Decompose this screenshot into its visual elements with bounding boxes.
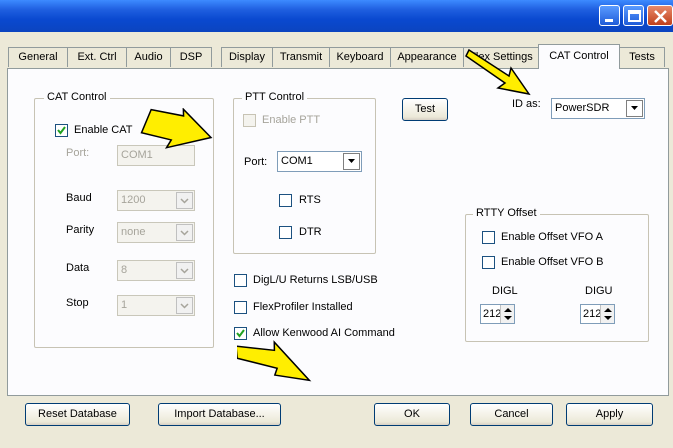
parity-select[interactable]: none — [117, 222, 195, 243]
parity-label: Parity — [66, 224, 95, 236]
chevron-down-icon — [176, 192, 193, 209]
dtr-label: DTR — [299, 226, 322, 238]
test-button[interactable]: Test — [402, 98, 448, 121]
tab-ext-ctrl[interactable]: Ext. Ctrl — [67, 47, 127, 67]
chevron-down-icon — [176, 297, 193, 314]
kenwood-ai-label: Allow Kenwood AI Command — [253, 327, 395, 339]
tab-tests[interactable]: Tests — [619, 47, 665, 67]
updown-icon[interactable] — [600, 305, 614, 323]
apply-button[interactable]: Apply — [566, 403, 653, 426]
parity-value: none — [121, 226, 146, 238]
rts-label: RTS — [299, 194, 321, 206]
reset-database-button[interactable]: Reset Database — [25, 403, 130, 426]
tab-general[interactable]: General — [8, 47, 68, 67]
close-icon — [654, 10, 667, 23]
id-as-label: ID as: — [512, 98, 541, 110]
tab-display[interactable]: Display — [221, 47, 273, 67]
flexprofiler-label: FlexProfiler Installed — [253, 301, 353, 313]
digl-spinner[interactable]: 2125 — [480, 304, 515, 324]
id-as-value: PowerSDR — [555, 102, 610, 114]
ptt-control-title: PTT Control — [242, 91, 308, 103]
chevron-down-icon — [176, 262, 193, 279]
data-label: Data — [66, 262, 90, 274]
digu-label: DIGU — [585, 285, 613, 297]
ptt-port-label: Port: — [244, 156, 268, 168]
baud-label: Baud — [66, 192, 92, 204]
close-button[interactable] — [647, 5, 673, 26]
ptt-port-value: COM1 — [281, 155, 313, 167]
check-icon — [57, 126, 66, 135]
cat-port-value: COM1 — [121, 149, 153, 161]
id-as-select[interactable]: PowerSDR — [551, 98, 645, 119]
digl-u-checkbox[interactable] — [234, 274, 247, 287]
ok-button[interactable]: OK — [374, 403, 450, 426]
stop-select[interactable]: 1 — [117, 295, 195, 316]
minimize-icon — [605, 19, 613, 22]
rts-checkbox[interactable] — [279, 194, 292, 207]
chevron-down-icon — [343, 153, 360, 170]
chevron-down-icon — [176, 224, 193, 241]
enable-cat-checkbox[interactable] — [55, 124, 68, 137]
offset-vfo-a-checkbox[interactable] — [482, 231, 495, 244]
digl-u-label: DigL/U Returns LSB/USB — [253, 274, 378, 286]
ptt-port-select[interactable]: COM1 — [277, 151, 362, 172]
stop-label: Stop — [66, 297, 89, 309]
cancel-button[interactable]: Cancel — [470, 403, 553, 426]
dtr-checkbox[interactable] — [279, 226, 292, 239]
tab-appearance[interactable]: Appearance — [390, 47, 464, 67]
maximize-icon — [628, 10, 641, 22]
maximize-button[interactable] — [623, 5, 644, 26]
flexprofiler-checkbox[interactable] — [234, 301, 247, 314]
chevron-down-icon — [626, 100, 643, 117]
import-database-button[interactable]: Import Database... — [158, 403, 281, 426]
enable-ptt-checkbox[interactable] — [243, 114, 256, 127]
port-label: Port: — [66, 147, 90, 159]
stop-value: 1 — [121, 299, 128, 311]
enable-ptt-label: Enable PTT — [262, 114, 321, 126]
minimize-button[interactable] — [599, 5, 620, 26]
offset-vfo-a-label: Enable Offset VFO A — [501, 231, 603, 243]
rtty-offset-title: RTTY Offset — [473, 207, 540, 219]
baud-value: 1200 — [121, 194, 146, 206]
tab-flex-settings[interactable]: Flex Settings — [463, 47, 539, 67]
title-bar — [0, 0, 673, 32]
kenwood-ai-checkbox[interactable] — [234, 327, 247, 340]
updown-icon[interactable] — [500, 305, 514, 323]
digu-spinner[interactable]: 2125 — [580, 304, 615, 324]
offset-vfo-b-label: Enable Offset VFO B — [501, 256, 604, 268]
enable-cat-label: Enable CAT — [74, 124, 133, 136]
data-value: 8 — [121, 264, 128, 276]
tab-dsp[interactable]: DSP — [170, 47, 212, 67]
tab-audio[interactable]: Audio — [126, 47, 171, 67]
cat-control-title: CAT Control — [44, 91, 110, 103]
offset-vfo-b-checkbox[interactable] — [482, 256, 495, 269]
baud-select[interactable]: 1200 — [117, 190, 195, 211]
tab-keyboard[interactable]: Keyboard — [329, 47, 391, 67]
data-select[interactable]: 8 — [117, 260, 195, 281]
digl-label: DIGL — [492, 285, 518, 297]
tab-cat-control[interactable]: CAT Control — [538, 44, 620, 69]
cat-port-select[interactable]: COM1 — [117, 145, 195, 166]
tab-transmit[interactable]: Transmit — [272, 47, 330, 67]
check-icon — [236, 329, 245, 338]
